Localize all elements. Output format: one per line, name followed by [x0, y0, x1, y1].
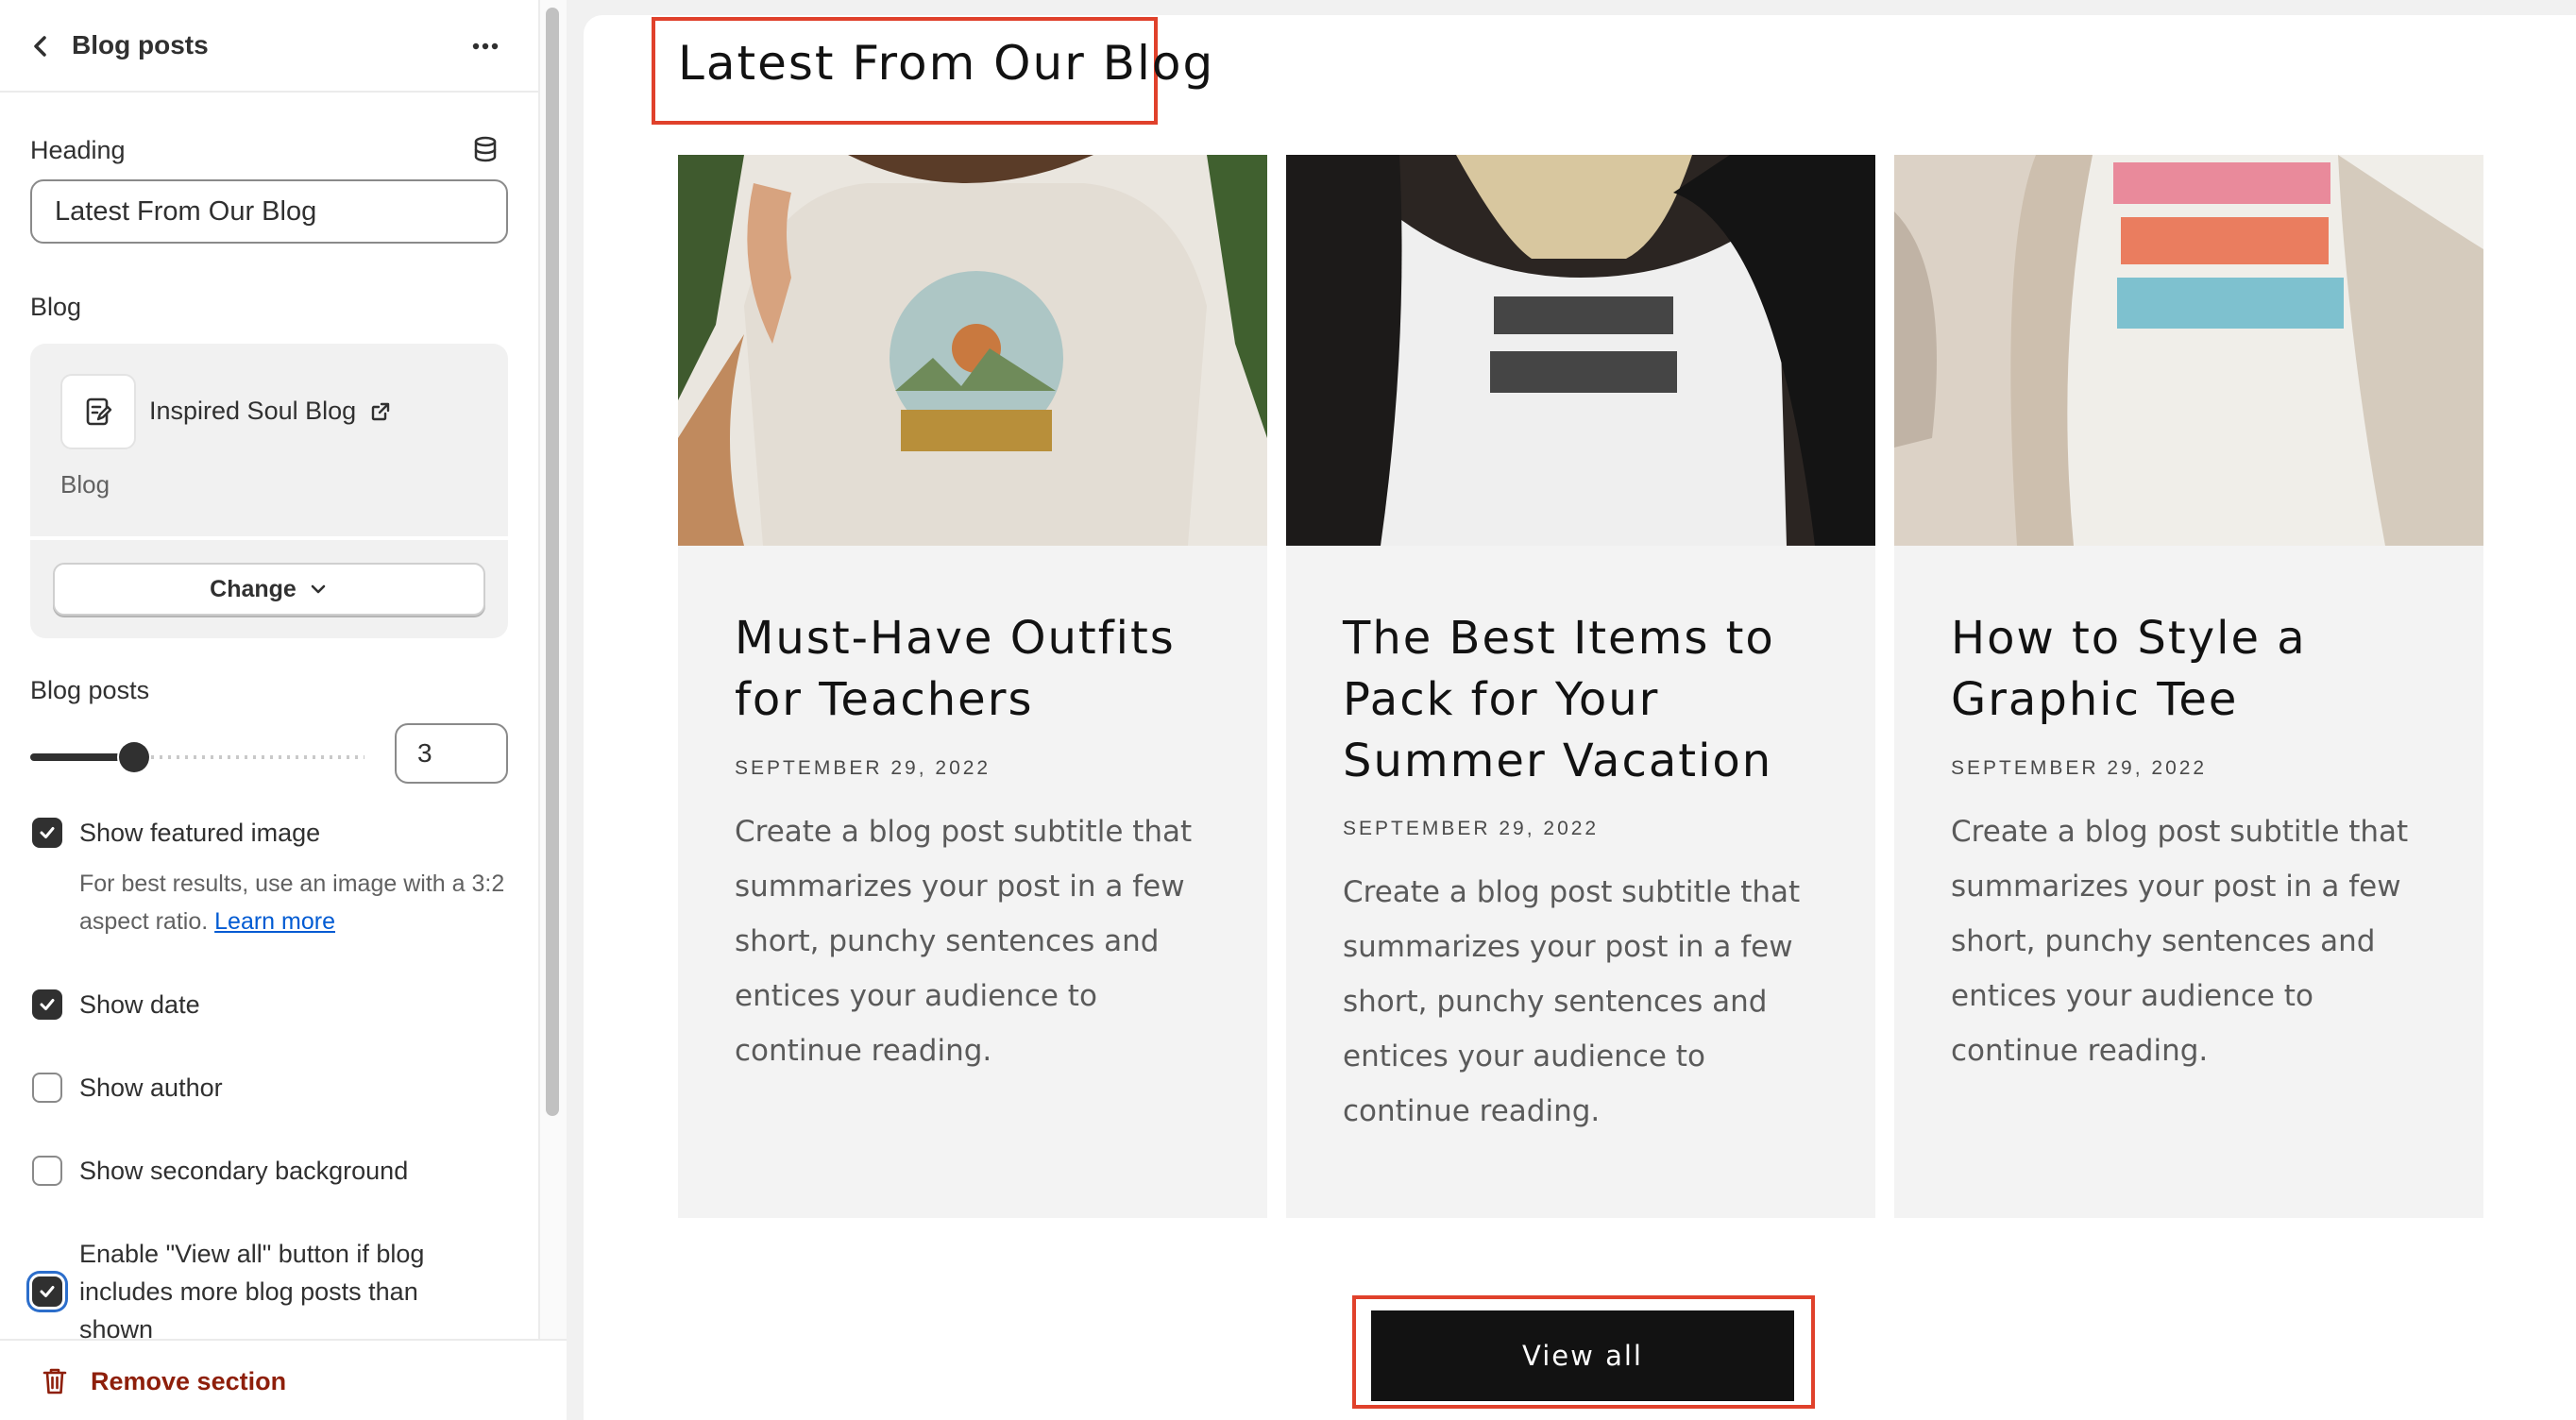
blog-posts-count-input[interactable]: [395, 723, 508, 784]
section-heading: Latest From Our Blog: [678, 36, 1215, 91]
learn-more-link[interactable]: Learn more: [214, 908, 335, 935]
post-featured-image[interactable]: [1894, 155, 2483, 546]
panel-scrollbar[interactable]: [538, 0, 567, 1339]
remove-section-button[interactable]: Remove section: [91, 1367, 286, 1396]
card-divider: [30, 536, 508, 540]
post-title[interactable]: How to Style a Graphic Tee: [1951, 608, 2442, 731]
show-date-checkbox[interactable]: [32, 989, 62, 1020]
enable-view-all-label: Enable "View all" button if blog include…: [79, 1240, 425, 1344]
blog-thumbnail: [60, 374, 136, 449]
settings-panel: Blog posts Heading Blog Inspired Soul Bl…: [0, 0, 567, 1420]
panel-header: Blog posts: [0, 0, 567, 93]
chevron-down-icon: [311, 584, 326, 594]
heading-label: Heading: [30, 136, 126, 164]
blog-posts-slider[interactable]: [30, 742, 364, 772]
show-featured-image-label: Show featured image: [79, 819, 321, 847]
post-excerpt: Create a blog post subtitle that summari…: [1951, 815, 2409, 1068]
trash-icon[interactable]: [40, 1365, 70, 1397]
check-icon: [40, 999, 55, 1010]
post-date: SEPTEMBER 29, 2022: [735, 757, 991, 779]
post-excerpt: Create a blog post subtitle that summari…: [735, 815, 1193, 1068]
tshirt-photo-desert: [678, 155, 1267, 546]
post-title[interactable]: The Best Items to Pack for Your Summer V…: [1343, 608, 1834, 792]
check-icon: [40, 827, 55, 838]
slider-track-rest: [151, 755, 364, 759]
show-date-label: Show date: [79, 990, 200, 1019]
post-date: SEPTEMBER 29, 2022: [1951, 757, 2208, 779]
database-icon[interactable]: [470, 134, 500, 164]
blog-name-text: Inspired Soul Blog: [149, 397, 357, 425]
panel-title: Blog posts: [72, 30, 209, 59]
slider-thumb[interactable]: [119, 742, 149, 772]
blog-label: Blog: [30, 293, 82, 321]
tshirt-photo-holly-jolly: [1894, 155, 2483, 546]
tshirt-photo-witchy: [1286, 155, 1875, 546]
show-author-label: Show author: [79, 1073, 223, 1102]
post-title[interactable]: Must-Have Outfits for Teachers: [735, 608, 1226, 731]
view-all-button[interactable]: View all: [1371, 1310, 1794, 1401]
blog-page-icon: [86, 397, 112, 426]
blog-post-card[interactable]: The Best Items to Pack for Your Summer V…: [1286, 155, 1875, 1218]
blog-picker-card: Inspired Soul Blog Blog Change: [30, 344, 508, 638]
check-icon: [40, 1286, 55, 1297]
change-blog-button[interactable]: Change: [53, 563, 485, 616]
post-featured-image[interactable]: [1286, 155, 1875, 546]
chevron-left-icon[interactable]: [26, 30, 55, 62]
post-excerpt: Create a blog post subtitle that summari…: [1343, 875, 1801, 1128]
blog-post-card[interactable]: How to Style a Graphic Tee SEPTEMBER 29,…: [1894, 155, 2483, 1218]
enable-view-all-checkbox[interactable]: [32, 1276, 62, 1307]
blog-posts-label: Blog posts: [30, 676, 150, 704]
theme-preview: Latest From Our Blog Must-Have Outfits f…: [584, 15, 2576, 1420]
external-link-icon: [371, 402, 390, 420]
show-secondary-background-label: Show secondary background: [79, 1157, 409, 1185]
blog-post-card[interactable]: Must-Have Outfits for Teachers SEPTEMBER…: [678, 155, 1267, 1218]
show-author-checkbox[interactable]: [32, 1073, 62, 1103]
blog-type-label: Blog: [60, 470, 110, 499]
scrollbar-thumb[interactable]: [546, 8, 559, 1116]
more-horizontal-icon[interactable]: [466, 28, 504, 64]
panel-footer: Remove section: [0, 1339, 567, 1420]
post-date: SEPTEMBER 29, 2022: [1343, 818, 1600, 839]
featured-image-helper: For best results, use an image with a 3:…: [79, 865, 533, 940]
change-button-label: Change: [210, 575, 297, 602]
blog-name-link[interactable]: Inspired Soul Blog: [149, 397, 392, 426]
show-secondary-background-checkbox[interactable]: [32, 1156, 62, 1186]
show-featured-image-checkbox[interactable]: [32, 818, 62, 848]
heading-input[interactable]: [30, 179, 508, 244]
post-featured-image[interactable]: [678, 155, 1267, 546]
